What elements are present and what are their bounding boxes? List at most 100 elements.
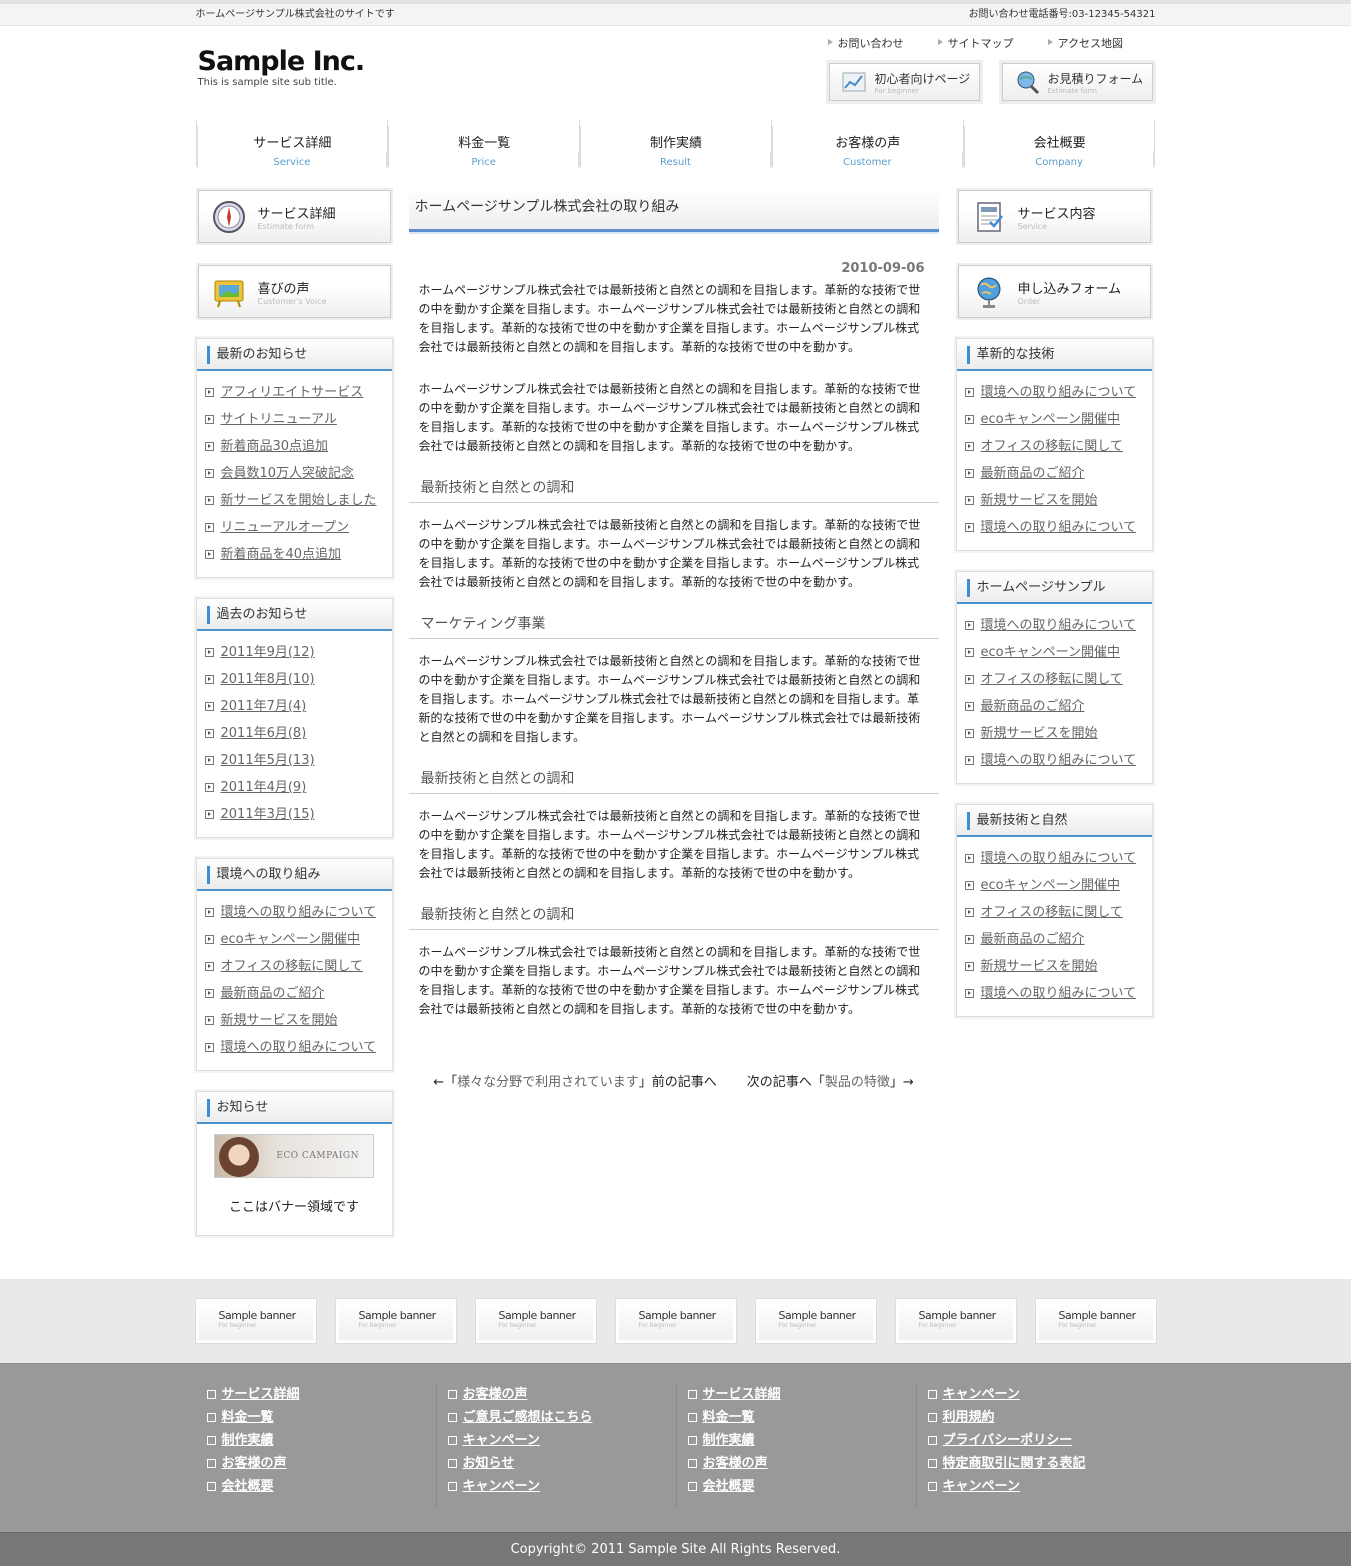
list-item[interactable]: 2011年8月(10) <box>203 666 392 693</box>
list-item[interactable]: ecoキャンペーン開催中 <box>963 406 1152 433</box>
list-item[interactable]: 会員数10万人突破記念 <box>203 460 392 487</box>
list-link[interactable]: 新規サービスを開始 <box>981 726 1098 741</box>
list-item[interactable]: 2011年4月(9) <box>203 774 392 801</box>
prev-post-link[interactable]: 様々な分野で利用されています <box>457 1075 639 1090</box>
sample-banner[interactable]: Sample banner For beginner <box>475 1299 596 1343</box>
list-link[interactable]: 環境への取り組みについて <box>981 753 1137 768</box>
footer-link[interactable]: 会社概要 <box>222 1479 274 1494</box>
list-item[interactable]: アフィリエイトサービス <box>203 379 392 406</box>
logo[interactable]: Sample Inc. This is sample site sub titl… <box>198 46 366 88</box>
footer-link[interactable]: お客様の声 <box>463 1387 528 1402</box>
footer-link[interactable]: お客様の声 <box>703 1456 768 1471</box>
sample-banner[interactable]: Sample banner For beginner <box>895 1299 1016 1343</box>
list-link[interactable]: オフィスの移転に関して <box>221 959 363 974</box>
list-link[interactable]: 環境への取り組みについて <box>981 851 1137 866</box>
service-detail-button[interactable]: サービス詳細 Estimate form <box>195 188 393 245</box>
list-link[interactable]: 2011年7月(4) <box>221 699 307 714</box>
list-link[interactable]: 新規サービスを開始 <box>221 1013 338 1028</box>
list-item[interactable]: 環境への取り組みについて <box>203 899 392 926</box>
list-link[interactable]: 最新商品のご紹介 <box>981 932 1085 947</box>
customer-voice-button[interactable]: 喜びの声 Customer's Voice <box>195 263 393 320</box>
sample-banner[interactable]: Sample banner For beginner <box>615 1299 736 1343</box>
sample-banner[interactable]: Sample banner For beginner <box>335 1299 456 1343</box>
gnav-item-service[interactable]: サービス詳細 Service <box>195 120 388 168</box>
list-item[interactable]: ecoキャンペーン開催中 <box>203 926 392 953</box>
list-item[interactable]: 最新商品のご紹介 <box>203 980 392 1007</box>
list-link[interactable]: ecoキャンペーン開催中 <box>981 412 1120 427</box>
list-item[interactable]: 2011年7月(4) <box>203 693 392 720</box>
list-link[interactable]: ecoキャンペーン開催中 <box>221 932 360 947</box>
list-item[interactable]: 2011年9月(12) <box>203 639 392 666</box>
footer-link[interactable]: キャンペーン <box>943 1387 1020 1402</box>
list-link[interactable]: オフィスの移転に関して <box>981 439 1123 454</box>
list-link[interactable]: オフィスの移転に関して <box>981 672 1123 687</box>
list-item[interactable]: 新規サービスを開始 <box>963 487 1152 514</box>
footer-link[interactable]: キャンペーン <box>943 1479 1020 1494</box>
list-item[interactable]: 最新商品のご紹介 <box>963 926 1152 953</box>
list-item[interactable]: 環境への取り組みについて <box>963 980 1152 1007</box>
list-item[interactable]: 新規サービスを開始 <box>963 953 1152 980</box>
list-link[interactable]: 2011年5月(13) <box>221 753 315 768</box>
list-item[interactable]: 最新商品のご紹介 <box>963 693 1152 720</box>
list-item[interactable]: 新着商品30点追加 <box>203 433 392 460</box>
footer-link[interactable]: サービス詳細 <box>703 1387 781 1402</box>
list-link[interactable]: 2011年8月(10) <box>221 672 315 687</box>
gnav-item-result[interactable]: 制作実績 Result <box>579 120 771 168</box>
list-item[interactable]: リニューアルオープン <box>203 514 392 541</box>
footer-link[interactable]: 利用規約 <box>943 1410 995 1425</box>
sample-banner[interactable]: Sample banner For beginner <box>195 1299 316 1343</box>
list-item[interactable]: オフィスの移転に関して <box>203 953 392 980</box>
list-item[interactable]: 環境への取り組みについて <box>963 612 1152 639</box>
footer-link[interactable]: お知らせ <box>463 1456 515 1471</box>
list-link[interactable]: 環境への取り組みについて <box>221 1040 377 1055</box>
list-link[interactable]: 2011年3月(15) <box>221 807 315 822</box>
list-item[interactable]: 環境への取り組みについて <box>963 747 1152 774</box>
beginner-page-button[interactable]: 初心者向けページ For beginner <box>825 60 983 104</box>
logo-name[interactable]: Sample Inc. <box>198 46 366 77</box>
list-item[interactable]: サイトリニューアル <box>203 406 392 433</box>
gnav-item-company[interactable]: 会社概要 Company <box>962 120 1156 168</box>
footer-link[interactable]: 会社概要 <box>703 1479 755 1494</box>
footer-link[interactable]: プライバシーポリシー <box>943 1433 1073 1448</box>
list-link[interactable]: リニューアルオープン <box>221 520 350 535</box>
list-link[interactable]: 会員数10万人突破記念 <box>221 466 355 481</box>
list-link[interactable]: 環境への取り組みについて <box>981 520 1137 535</box>
access-map-link[interactable]: アクセス地図 <box>1046 35 1156 51</box>
list-item[interactable]: 環境への取り組みについて <box>963 845 1152 872</box>
list-item[interactable]: 新着商品を40点追加 <box>203 541 392 568</box>
list-link[interactable]: 新着商品30点追加 <box>221 439 329 454</box>
footer-link[interactable]: お客様の声 <box>222 1456 287 1471</box>
list-link[interactable]: ecoキャンペーン開催中 <box>981 645 1120 660</box>
list-link[interactable]: オフィスの移転に関して <box>981 905 1123 920</box>
list-link[interactable]: 2011年6月(8) <box>221 726 307 741</box>
list-item[interactable]: 新規サービスを開始 <box>203 1007 392 1034</box>
gnav-item-customer[interactable]: お客様の声 Customer <box>770 120 963 168</box>
next-post-link[interactable]: 製品の特徴 <box>825 1075 890 1090</box>
footer-link[interactable]: 制作実績 <box>703 1433 755 1448</box>
list-link[interactable]: 環境への取り組みについて <box>221 905 377 920</box>
footer-link[interactable]: 料金一覧 <box>703 1410 755 1425</box>
estimate-form-button[interactable]: お見積りフォーム Estimate form <box>998 60 1156 104</box>
list-link[interactable]: 新規サービスを開始 <box>981 959 1098 974</box>
list-item[interactable]: 環境への取り組みについて <box>963 379 1152 406</box>
list-link[interactable]: サイトリニューアル <box>221 412 337 427</box>
list-item[interactable]: ecoキャンペーン開催中 <box>963 639 1152 666</box>
list-item[interactable]: 新サービスを開始しました <box>203 487 392 514</box>
list-item[interactable]: 2011年6月(8) <box>203 720 392 747</box>
list-item[interactable]: ecoキャンペーン開催中 <box>963 872 1152 899</box>
footer-link[interactable]: キャンペーン <box>463 1479 540 1494</box>
footer-link[interactable]: 制作実績 <box>222 1433 274 1448</box>
list-link[interactable]: 環境への取り組みについて <box>981 618 1137 633</box>
list-link[interactable]: 新規サービスを開始 <box>981 493 1098 508</box>
list-link[interactable]: アフィリエイトサービス <box>221 385 364 400</box>
list-link[interactable]: ecoキャンペーン開催中 <box>981 878 1120 893</box>
list-item[interactable]: 2011年3月(15) <box>203 801 392 828</box>
list-link[interactable]: 最新商品のご紹介 <box>981 699 1085 714</box>
footer-link[interactable]: 特定商取引に関する表記 <box>943 1456 1086 1471</box>
list-item[interactable]: オフィスの移転に関して <box>963 433 1152 460</box>
contact-link[interactable]: お問い合わせ <box>826 35 936 51</box>
sample-banner[interactable]: Sample banner For beginner <box>1035 1299 1156 1343</box>
footer-link[interactable]: 料金一覧 <box>222 1410 274 1425</box>
list-link[interactable]: 2011年9月(12) <box>221 645 315 660</box>
list-item[interactable]: オフィスの移転に関して <box>963 666 1152 693</box>
